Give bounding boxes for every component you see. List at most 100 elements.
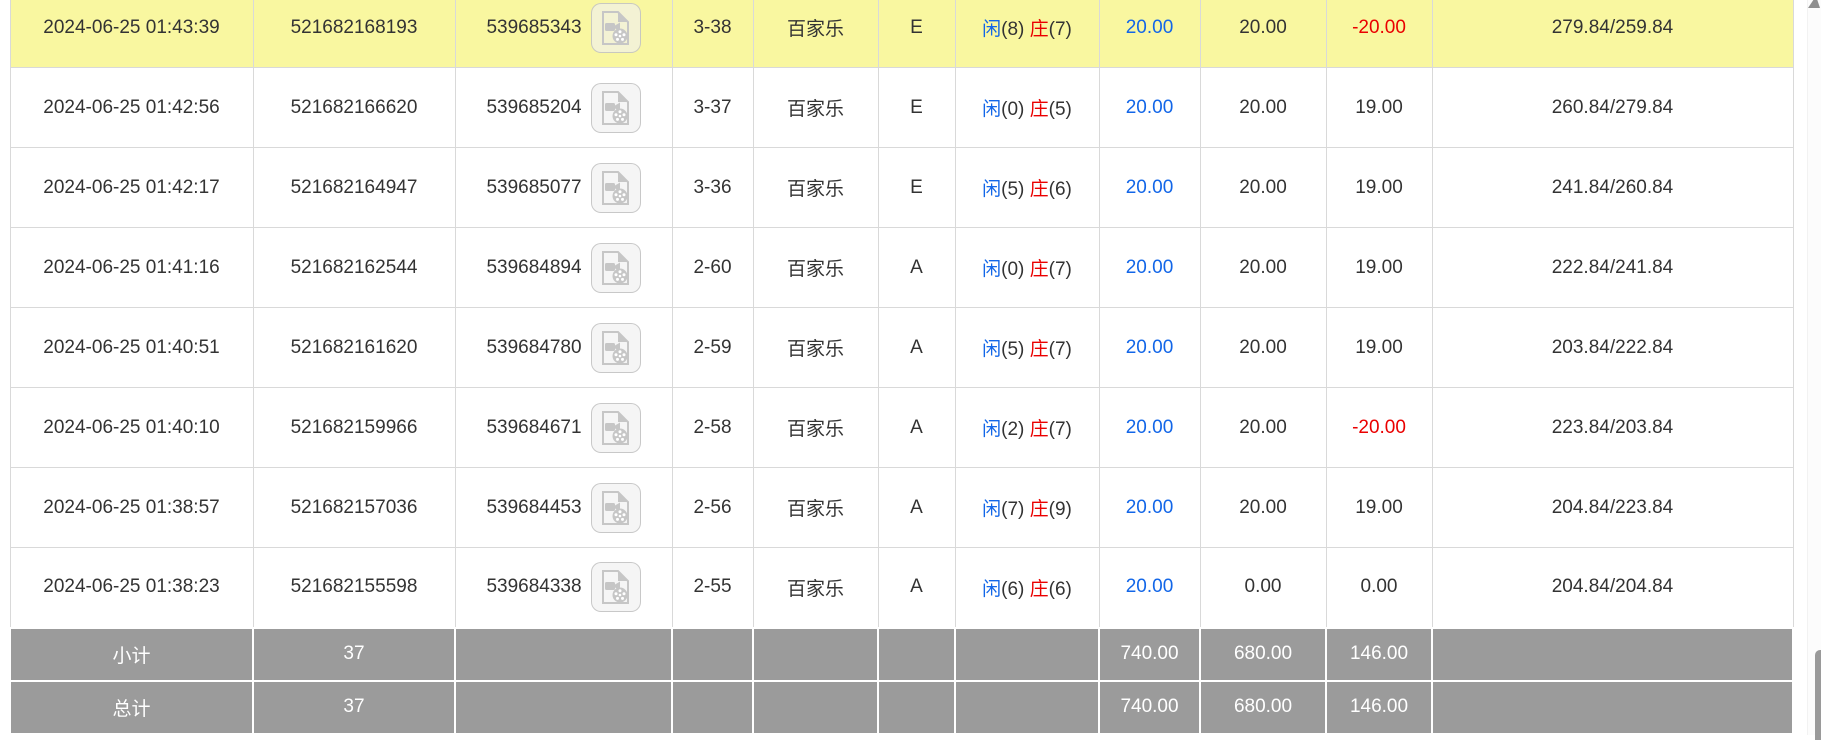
footer-empty-cell — [753, 628, 878, 681]
valid-bet-cell: 20.00 — [1200, 468, 1326, 548]
video-replay-button[interactable] — [591, 3, 641, 53]
video-replay-icon — [600, 569, 632, 605]
round-cell: 2-60 — [672, 228, 753, 308]
win-loss-cell: 19.00 — [1326, 308, 1432, 388]
table-row[interactable]: 2024-06-25 01:38:23 521682155598 5396843… — [10, 548, 1793, 628]
table-row[interactable]: 2024-06-25 01:40:10 521682159966 5396846… — [10, 388, 1793, 468]
banker-result-label: 庄 — [1030, 419, 1049, 440]
footer-label-cell: 总计 — [10, 681, 253, 734]
game-type-cell: 百家乐 — [753, 308, 878, 388]
banker-result-points: (7) — [1049, 419, 1072, 440]
order-id-cell: 521682164947 — [253, 148, 455, 228]
table-row[interactable]: 2024-06-25 01:40:51 521682161620 5396847… — [10, 308, 1793, 388]
win-loss-cell: 19.00 — [1326, 468, 1432, 548]
bet-amount-cell: 20.00 — [1099, 228, 1200, 308]
video-replay-button[interactable] — [591, 483, 641, 533]
result-cell: 闲(6) 庄(6) — [955, 548, 1099, 628]
balance-cell: 241.84/260.84 — [1432, 148, 1793, 228]
bet-amount-cell: 20.00 — [1099, 388, 1200, 468]
order-id-cell: 521682155598 — [253, 548, 455, 628]
time-cell: 2024-06-25 01:38:57 — [10, 468, 253, 548]
valid-bet-cell: 0.00 — [1200, 548, 1326, 628]
total-row: 总计 37 740.00 680.00 146.00 — [10, 681, 1793, 734]
bet-amount-cell: 20.00 — [1099, 468, 1200, 548]
video-replay-button[interactable] — [591, 83, 641, 133]
table-letter-cell: A — [878, 468, 955, 548]
valid-bet-cell: 20.00 — [1200, 148, 1326, 228]
time-cell: 2024-06-25 01:38:23 — [10, 548, 253, 628]
game-type-cell: 百家乐 — [753, 148, 878, 228]
video-replay-icon — [600, 90, 632, 126]
result-cell: 闲(7) 庄(9) — [955, 468, 1099, 548]
balance-cell: 222.84/241.84 — [1432, 228, 1793, 308]
order-id-cell: 521682157036 — [253, 468, 455, 548]
banker-result-points: (9) — [1049, 499, 1072, 520]
scrollbar-up-arrow-icon[interactable] — [1808, 0, 1820, 8]
video-replay-icon — [600, 170, 632, 206]
scrollbar-thumb[interactable] — [1815, 650, 1821, 740]
valid-bet-cell: 20.00 — [1200, 0, 1326, 68]
balance-cell: 204.84/204.84 — [1432, 548, 1793, 628]
game-id-text: 539684671 — [486, 417, 581, 439]
scrollbar-track[interactable] — [1807, 0, 1821, 735]
table-row[interactable]: 2024-06-25 01:41:16 521682162544 5396848… — [10, 228, 1793, 308]
round-cell: 2-55 — [672, 548, 753, 628]
player-result-points: (0) — [1001, 99, 1024, 120]
result-cell: 闲(5) 庄(7) — [955, 308, 1099, 388]
video-replay-icon — [600, 330, 632, 366]
game-type-cell: 百家乐 — [753, 0, 878, 68]
table-row[interactable]: 2024-06-25 01:43:39 521682168193 5396853… — [10, 0, 1793, 68]
game-id-text: 539684894 — [486, 257, 581, 279]
video-replay-icon — [600, 490, 632, 526]
result-cell: 闲(2) 庄(7) — [955, 388, 1099, 468]
round-cell: 2-56 — [672, 468, 753, 548]
time-cell: 2024-06-25 01:40:51 — [10, 308, 253, 388]
win-loss-cell: -20.00 — [1326, 388, 1432, 468]
player-result-label: 闲 — [982, 579, 1001, 600]
player-result-label: 闲 — [982, 259, 1001, 280]
table-row[interactable]: 2024-06-25 01:42:17 521682164947 5396850… — [10, 148, 1793, 228]
game-type-cell: 百家乐 — [753, 68, 878, 148]
time-cell: 2024-06-25 01:40:10 — [10, 388, 253, 468]
game-id-text: 539684453 — [486, 497, 581, 519]
video-replay-button[interactable] — [591, 562, 641, 612]
video-replay-button[interactable] — [591, 243, 641, 293]
footer-label-cell: 小计 — [10, 628, 253, 681]
player-result-points: (5) — [1001, 339, 1024, 360]
table-letter-cell: A — [878, 228, 955, 308]
table-row[interactable]: 2024-06-25 01:38:57 521682157036 5396844… — [10, 468, 1793, 548]
table-letter-cell: A — [878, 388, 955, 468]
win-loss-cell: 19.00 — [1326, 68, 1432, 148]
footer-empty-cell — [1432, 681, 1793, 734]
balance-cell: 279.84/259.84 — [1432, 0, 1793, 68]
game-id-cell: 539685204 — [455, 68, 672, 148]
result-cell: 闲(8) 庄(7) — [955, 0, 1099, 68]
footer-empty-cell — [672, 681, 753, 734]
footer-empty-cell — [955, 628, 1099, 681]
valid-bet-cell: 20.00 — [1200, 388, 1326, 468]
balance-cell: 204.84/223.84 — [1432, 468, 1793, 548]
video-replay-button[interactable] — [591, 403, 641, 453]
subtotal-row: 小计 37 740.00 680.00 146.00 — [10, 628, 1793, 681]
game-id-cell: 539684894 — [455, 228, 672, 308]
bet-records-table: 2024-06-25 01:43:39 521682168193 5396853… — [9, 0, 1794, 735]
player-result-points: (8) — [1001, 19, 1024, 40]
round-cell: 3-36 — [672, 148, 753, 228]
table-row[interactable]: 2024-06-25 01:42:56 521682166620 5396852… — [10, 68, 1793, 148]
video-replay-button[interactable] — [591, 163, 641, 213]
order-id-cell: 521682161620 — [253, 308, 455, 388]
game-type-cell: 百家乐 — [753, 468, 878, 548]
banker-result-label: 庄 — [1030, 99, 1049, 120]
footer-empty-cell — [455, 628, 672, 681]
win-loss-cell: 19.00 — [1326, 228, 1432, 308]
banker-result-label: 庄 — [1030, 259, 1049, 280]
footer-empty-cell — [878, 628, 955, 681]
banker-result-points: (7) — [1049, 339, 1072, 360]
bet-amount-cell: 20.00 — [1099, 68, 1200, 148]
game-id-text: 539684338 — [486, 576, 581, 598]
footer-count-cell: 37 — [253, 628, 455, 681]
result-cell: 闲(5) 庄(6) — [955, 148, 1099, 228]
video-replay-button[interactable] — [591, 323, 641, 373]
result-cell: 闲(0) 庄(5) — [955, 68, 1099, 148]
banker-result-points: (6) — [1049, 579, 1072, 600]
